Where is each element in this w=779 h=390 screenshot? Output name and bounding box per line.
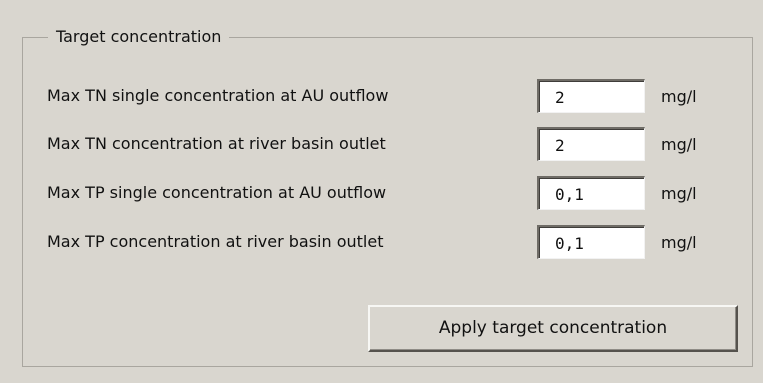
max-tp-river-basin-outlet-input[interactable]: 0,1 — [537, 225, 645, 259]
max-tp-single-au-outflow-label: Max TP single concentration at AU outflo… — [47, 183, 387, 202]
max-tn-river-basin-outlet-unit: mg/l — [661, 135, 697, 154]
max-tp-single-au-outflow-unit: mg/l — [661, 184, 697, 203]
groupbox-title: Target concentration — [48, 26, 230, 48]
max-tp-single-au-outflow-input[interactable]: 0,1 — [537, 176, 645, 210]
apply-target-concentration-button[interactable]: Apply target concentration — [368, 305, 738, 352]
max-tn-river-basin-outlet-label: Max TN concentration at river basin outl… — [47, 134, 386, 153]
max-tn-single-au-outflow-label: Max TN single concentration at AU outflo… — [47, 86, 389, 105]
max-tn-river-basin-outlet-input[interactable]: 2 — [537, 127, 645, 161]
max-tn-single-au-outflow-input[interactable]: 2 — [537, 79, 645, 113]
target-concentration-panel: Target concentration Max TN single conce… — [0, 0, 763, 383]
max-tp-river-basin-outlet-unit: mg/l — [661, 233, 697, 252]
max-tn-single-au-outflow-unit: mg/l — [661, 87, 697, 106]
max-tp-river-basin-outlet-label: Max TP concentration at river basin outl… — [47, 232, 384, 251]
